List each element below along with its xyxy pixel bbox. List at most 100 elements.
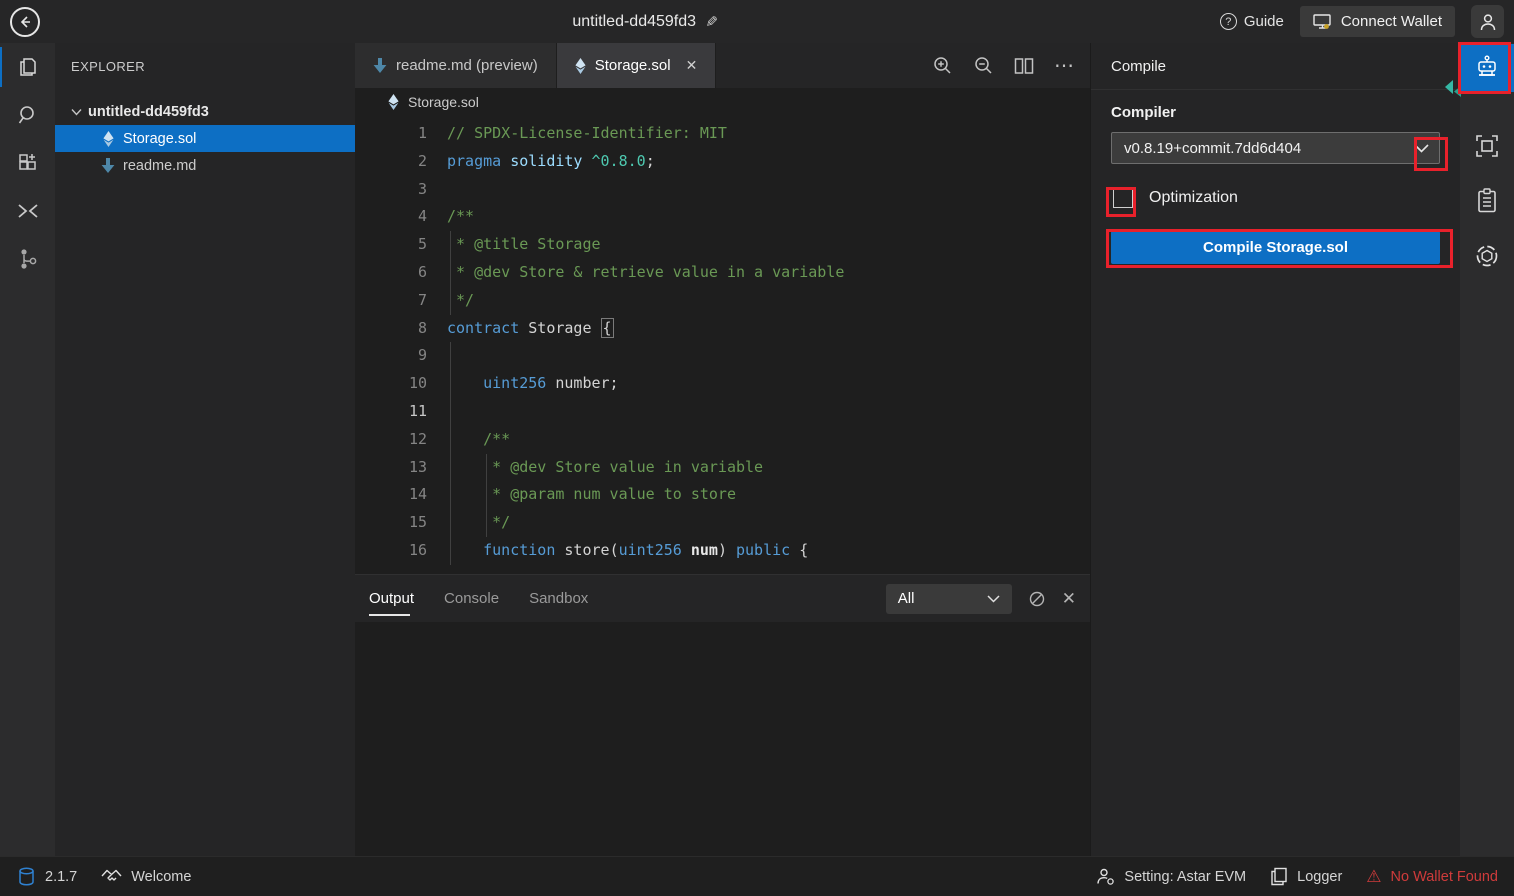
- tab-sandbox[interactable]: Sandbox: [529, 575, 588, 622]
- optimization-checkbox[interactable]: [1113, 188, 1133, 208]
- line-number: 3: [355, 176, 427, 204]
- indent-guide: [450, 231, 451, 259]
- line-number: 6: [355, 259, 427, 287]
- top-bar: untitled-dd459fd3 ✎ ? Guide Connect Wall…: [0, 0, 1514, 43]
- chevron-down-icon: [987, 595, 1000, 603]
- search-icon: [16, 103, 40, 127]
- compiler-version-value: v0.8.19+commit.7dd6d404: [1124, 140, 1301, 157]
- connect-wallet-button[interactable]: Connect Wallet: [1300, 6, 1455, 37]
- line-content: function store(uint256 num) public {: [447, 537, 1090, 565]
- network-setting-button[interactable]: Setting: Astar EVM: [1096, 867, 1246, 886]
- line-content: [447, 342, 1090, 370]
- file-row-readme-md[interactable]: readme.md: [55, 152, 355, 179]
- line-number: 9: [355, 342, 427, 370]
- code-line-12[interactable]: 12 /**: [355, 426, 1090, 454]
- line-content: */: [447, 509, 1090, 537]
- code-line-16[interactable]: 16 function store(uint256 num) public {: [355, 537, 1090, 565]
- handshake-icon: [101, 868, 122, 885]
- code-line-2[interactable]: 2pragma solidity ^0.8.0;: [355, 148, 1090, 176]
- clear-output-button[interactable]: [1028, 590, 1046, 608]
- logger-pages-icon: [1270, 867, 1288, 886]
- explorer-header: EXPLORER: [55, 43, 355, 90]
- explorer-sidebar: EXPLORER untitled-dd459fd3 Storage.sol: [55, 43, 355, 856]
- close-panel-button[interactable]: ✕: [1062, 589, 1076, 609]
- welcome-button[interactable]: Welcome: [101, 868, 191, 885]
- split-editor-icon: [1014, 57, 1034, 75]
- main-region: EXPLORER untitled-dd459fd3 Storage.sol: [0, 43, 1514, 856]
- compile-button[interactable]: Compile Storage.sol: [1111, 231, 1440, 264]
- user-avatar-button[interactable]: [1471, 5, 1504, 38]
- code-line-9[interactable]: 9: [355, 342, 1090, 370]
- openai-tab-button[interactable]: [1460, 228, 1514, 283]
- compile-panel: Compile Compiler v0.8.19+commit.7dd6d404…: [1090, 43, 1460, 856]
- compile-tab-button[interactable]: [1460, 44, 1514, 92]
- guide-button[interactable]: ? Guide: [1220, 13, 1284, 30]
- code-line-11[interactable]: 11: [355, 398, 1090, 426]
- close-tab-icon[interactable]: ✕: [686, 57, 698, 74]
- bottom-panel-tabs: Output Console Sandbox All ✕: [355, 575, 1090, 622]
- output-filter-select[interactable]: All: [886, 584, 1012, 614]
- logger-button[interactable]: Logger: [1270, 867, 1342, 886]
- chevron-down-icon[interactable]: [1414, 144, 1429, 153]
- code-line-5[interactable]: 5 * @title Storage: [355, 231, 1090, 259]
- code-line-15[interactable]: 15 */: [355, 509, 1090, 537]
- optimization-label: Optimization: [1149, 189, 1238, 207]
- output-content: [355, 622, 1090, 856]
- zoom-in-button[interactable]: [932, 55, 953, 76]
- deploy-tab-button[interactable]: [1460, 118, 1514, 173]
- indent-guide: [450, 398, 451, 426]
- activity-extensions-button[interactable]: [0, 139, 55, 187]
- compiler-version-select[interactable]: v0.8.19+commit.7dd6d404: [1111, 132, 1440, 164]
- zoom-out-button[interactable]: [973, 55, 994, 76]
- tab-readme-preview[interactable]: readme.md (preview): [355, 43, 557, 88]
- extensions-icon: [16, 151, 40, 175]
- indent-guide: [450, 259, 451, 287]
- editor-column: readme.md (preview) Storage.sol ✕: [355, 43, 1090, 856]
- back-button[interactable]: [10, 7, 40, 37]
- line-number: 14: [355, 481, 427, 509]
- tab-console[interactable]: Console: [444, 575, 499, 622]
- ide-version[interactable]: 2.1.7: [45, 869, 77, 885]
- indent-guide: [450, 370, 451, 398]
- file-tree: untitled-dd459fd3 Storage.sol readme.md: [55, 98, 355, 179]
- code-line-4[interactable]: 4/**: [355, 203, 1090, 231]
- file-name: readme.md: [123, 158, 196, 174]
- code-line-10[interactable]: 10 uint256 number;: [355, 370, 1090, 398]
- editor-tab-bar: readme.md (preview) Storage.sol ✕: [355, 43, 1090, 88]
- code-line-1[interactable]: 1// SPDX-License-Identifier: MIT: [355, 120, 1090, 148]
- status-left: 2.1.7 Welcome: [18, 867, 191, 886]
- line-number: 13: [355, 454, 427, 482]
- bottom-panel-actions: All ✕: [886, 584, 1076, 614]
- tab-output[interactable]: Output: [369, 575, 414, 622]
- code-line-14[interactable]: 14 * @param num value to store: [355, 481, 1090, 509]
- files-icon: [16, 55, 40, 79]
- activity-search-button[interactable]: [0, 91, 55, 139]
- split-editor-button[interactable]: [1014, 57, 1034, 75]
- ethereum-icon: [388, 94, 399, 110]
- indent-guide: [486, 509, 487, 537]
- more-actions-button[interactable]: ⋯: [1054, 53, 1076, 78]
- indent-guide: [450, 481, 451, 509]
- code-line-13[interactable]: 13 * @dev Store value in variable: [355, 454, 1090, 482]
- code-line-7[interactable]: 7 */: [355, 287, 1090, 315]
- line-number: 16: [355, 537, 427, 565]
- activity-source-control-button[interactable]: [0, 235, 55, 283]
- wallet-warning[interactable]: ⚠ No Wallet Found: [1366, 868, 1498, 885]
- code-line-6[interactable]: 6 * @dev Store & retrieve value in a var…: [355, 259, 1090, 287]
- line-content: [447, 398, 1090, 426]
- code-line-3[interactable]: 3: [355, 176, 1090, 204]
- clipboard-tab-button[interactable]: [1460, 173, 1514, 228]
- code-line-8[interactable]: 8contract Storage {: [355, 315, 1090, 343]
- activity-collapse-button[interactable]: [0, 187, 55, 235]
- zoom-out-icon: [973, 55, 994, 76]
- clipboard-icon: [1475, 188, 1499, 214]
- breadcrumb[interactable]: Storage.sol: [355, 88, 1090, 116]
- file-row-storage-sol[interactable]: Storage.sol: [55, 125, 355, 152]
- activity-files-button[interactable]: [0, 43, 55, 91]
- line-content: // SPDX-License-Identifier: MIT: [447, 120, 1090, 148]
- edit-pencil-icon[interactable]: ✎: [705, 13, 718, 31]
- tab-storage-sol[interactable]: Storage.sol ✕: [557, 43, 717, 88]
- indent-guide: [450, 287, 451, 315]
- folder-row-untitled[interactable]: untitled-dd459fd3: [55, 98, 355, 125]
- code-area[interactable]: 1// SPDX-License-Identifier: MIT2pragma …: [355, 116, 1090, 574]
